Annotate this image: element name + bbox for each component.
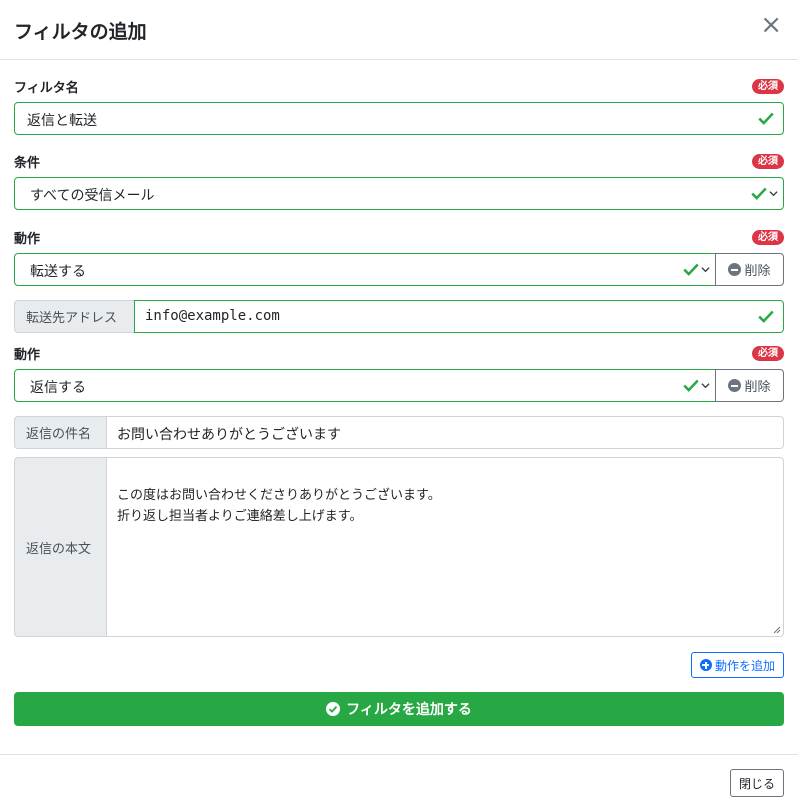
chevron-down-icon: [701, 383, 710, 389]
required-badge: 必須: [752, 154, 784, 169]
action-value: 転送する: [30, 264, 86, 280]
required-badge: 必須: [752, 230, 784, 245]
action-select[interactable]: 転送する: [14, 253, 716, 286]
action-select[interactable]: 返信する: [14, 369, 716, 402]
action-label: 動作: [14, 232, 41, 247]
valid-check-icon: [758, 310, 774, 323]
valid-check-icon: [683, 263, 699, 276]
filter-name-value: 返信と転送: [27, 113, 97, 129]
action-value: 返信する: [30, 380, 86, 396]
add-action-button[interactable]: 動作を追加: [690, 652, 784, 678]
close-button[interactable]: 閉じる: [729, 769, 784, 797]
delete-label: 削除: [744, 380, 771, 395]
reply-subject-input[interactable]: お問い合わせありがとうございます: [106, 416, 784, 449]
add-filter-label: フィルタを追加する: [346, 702, 472, 718]
forward-address-group: 転送先アドレス info@example.com: [14, 300, 784, 333]
valid-check-icon: [751, 187, 767, 200]
chevron-down-icon: [769, 191, 778, 197]
forward-address-input[interactable]: info@example.com: [134, 300, 784, 333]
plus-circle-icon: [699, 659, 712, 671]
reply-subject-label: 返信の件名: [14, 416, 107, 449]
action-row: 転送する 削除: [14, 253, 784, 286]
delete-action-button[interactable]: 削除: [715, 253, 784, 286]
forward-address-value: info@example.com: [145, 308, 280, 324]
required-badge: 必須: [752, 346, 784, 361]
required-badge: 必須: [752, 79, 784, 94]
reply-body-value: この度はお問い合わせくださりありがとうございます。 折り返し担当者よりご連絡差し…: [117, 488, 441, 524]
reply-body-label: 返信の本文: [14, 457, 107, 637]
reply-subject-value: お問い合わせありがとうございます: [117, 427, 341, 443]
filter-name-label: フィルタ名: [14, 81, 79, 96]
resize-grip-icon[interactable]: [773, 626, 781, 634]
add-action-label: 動作を追加: [714, 658, 775, 673]
check-circle-icon: [326, 702, 341, 716]
modal-title: フィルタの追加: [14, 21, 147, 43]
chevron-down-icon: [701, 267, 710, 273]
reply-body-group: 返信の本文 この度はお問い合わせくださりありがとうございます。 折り返し担当者よ…: [14, 457, 784, 637]
modal-footer: 閉じる: [0, 754, 798, 810]
condition-label: 条件: [14, 156, 41, 171]
delete-label: 削除: [744, 264, 771, 279]
condition-value: すべての受信メール: [30, 188, 155, 204]
action-row: 返信する 削除: [14, 369, 784, 402]
condition-select[interactable]: すべての受信メール: [14, 177, 784, 210]
valid-check-icon: [683, 379, 699, 392]
reply-subject-group: 返信の件名 お問い合わせありがとうございます: [14, 416, 784, 449]
action-label: 動作: [14, 348, 41, 363]
delete-action-button[interactable]: 削除: [715, 369, 784, 402]
minus-circle-icon: [728, 263, 742, 276]
close-icon[interactable]: ×: [760, 12, 782, 38]
valid-check-icon: [758, 112, 774, 125]
modal-header: フィルタの追加 ×: [0, 0, 798, 60]
add-filter-button[interactable]: フィルタを追加する: [14, 692, 784, 726]
minus-circle-icon: [728, 379, 742, 392]
forward-address-label: 転送先アドレス: [14, 300, 135, 333]
filter-name-input[interactable]: 返信と転送: [14, 102, 784, 135]
reply-body-textarea[interactable]: この度はお問い合わせくださりありがとうございます。 折り返し担当者よりご連絡差し…: [106, 457, 784, 637]
